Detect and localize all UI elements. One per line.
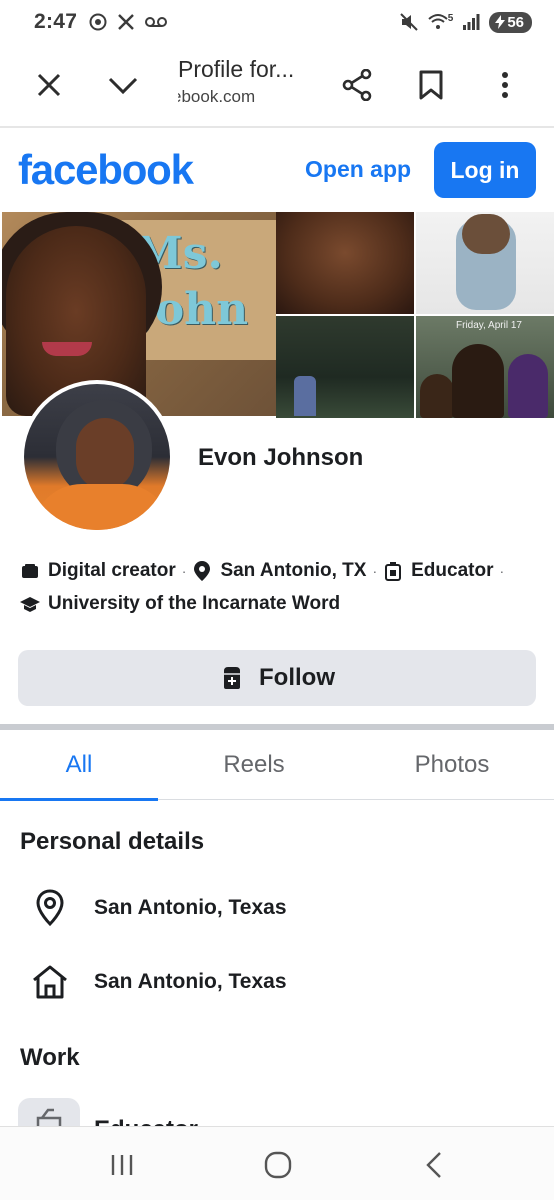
close-icon (37, 73, 61, 97)
wifi-icon: 5 (428, 13, 454, 31)
graduation-cap-icon (20, 594, 40, 614)
current-city-text: San Antonio, Texas (94, 896, 287, 919)
share-button[interactable] (334, 62, 380, 108)
follow-label: Follow (259, 664, 335, 691)
cover-tile-outdoor (276, 316, 414, 418)
status-right-icons: 5 56 (399, 11, 532, 33)
facebook-header: facebook Open app Log in (0, 130, 554, 212)
intro-row-1: Digital creator · San Antonio, TX · Educ… (20, 556, 540, 586)
close-tab-button[interactable] (26, 62, 72, 108)
intro-row-2: University of the Incarnate Word (20, 589, 540, 619)
cover-tile-date: Friday, April 17 (456, 320, 522, 331)
intro-separator: · (499, 563, 505, 579)
cover-main-photo: Ms. John (2, 212, 276, 416)
creator-icon (20, 561, 40, 581)
signal-icon (463, 14, 480, 30)
bookmark-icon (419, 70, 443, 100)
bookmark-button[interactable] (408, 62, 454, 108)
browser-toolbar: Profile for... ebook.com (0, 44, 554, 128)
recent-apps-icon (111, 1155, 133, 1175)
intro-location: San Antonio, TX (220, 560, 367, 581)
cover-photo-grid: Friday, April 17 (276, 212, 554, 418)
personal-details-title: Personal details (20, 828, 205, 855)
add-friend-icon (224, 667, 240, 689)
tab-title: Profile for... (178, 56, 295, 82)
open-app-link[interactable]: Open app (305, 156, 411, 183)
recent-apps-button[interactable] (102, 1147, 142, 1183)
cover-person-smile (42, 342, 92, 356)
back-button[interactable] (414, 1147, 454, 1183)
intro-job: Educator (411, 560, 494, 581)
mute-icon (400, 13, 418, 31)
wifi-label: 5 (447, 13, 454, 24)
hometown-item: San Antonio, Texas (28, 960, 287, 1004)
current-city-item: San Antonio, Texas (28, 886, 287, 930)
chevron-down-icon (108, 77, 138, 95)
cover-tile-shirt (416, 212, 554, 314)
profile-avatar[interactable] (20, 380, 174, 534)
back-chevron-icon (426, 1152, 441, 1178)
android-nav-bar (0, 1126, 554, 1200)
profile-intro: Digital creator · San Antonio, TX · Educ… (20, 556, 540, 622)
status-notification-icons (89, 13, 168, 31)
charging-bolt-icon (495, 15, 506, 29)
tab-title-block[interactable]: Profile for... ebook.com (178, 56, 318, 107)
battery-indicator: 56 (489, 11, 532, 33)
more-vert-icon (502, 72, 508, 98)
intro-school: University of the Incarnate Word (48, 593, 341, 614)
profile-tabs: All Reels Photos (0, 730, 554, 801)
cover-tile-portrait (276, 212, 414, 314)
minimize-tab-button[interactable] (100, 62, 146, 108)
location-pin-icon (192, 561, 212, 581)
cover-tile-group: Friday, April 17 (416, 316, 554, 418)
intro-category: Digital creator (48, 560, 176, 581)
avatar (24, 384, 170, 530)
tab-url: ebook.com (178, 87, 256, 106)
briefcase-icon (383, 561, 403, 581)
battery-level: 56 (507, 13, 524, 31)
intro-separator: · (372, 563, 378, 579)
intro-separator: · (181, 563, 187, 579)
hometown-text: San Antonio, Texas (94, 970, 287, 993)
tab-photos[interactable]: Photos (350, 730, 554, 800)
tab-reels[interactable]: Reels (158, 730, 350, 800)
status-bar: 2:47 5 56 (0, 0, 554, 44)
profile-name: Evon Johnson (198, 444, 364, 471)
facebook-logo[interactable]: facebook (18, 146, 194, 194)
work-title: Work (20, 1044, 80, 1071)
follow-button[interactable]: Follow (18, 650, 536, 706)
home-circle-icon (264, 1151, 292, 1179)
home-button[interactable] (258, 1147, 298, 1183)
home-icon (28, 960, 72, 1004)
share-icon (342, 69, 372, 101)
login-button[interactable]: Log in (434, 142, 536, 198)
more-options-button[interactable] (482, 62, 528, 108)
status-time: 2:47 (34, 10, 78, 33)
chrome-icon (89, 13, 107, 31)
voicemail-icon (145, 17, 168, 27)
x-icon (118, 14, 135, 30)
location-pin-icon (28, 886, 72, 930)
tab-all[interactable]: All (0, 730, 158, 801)
